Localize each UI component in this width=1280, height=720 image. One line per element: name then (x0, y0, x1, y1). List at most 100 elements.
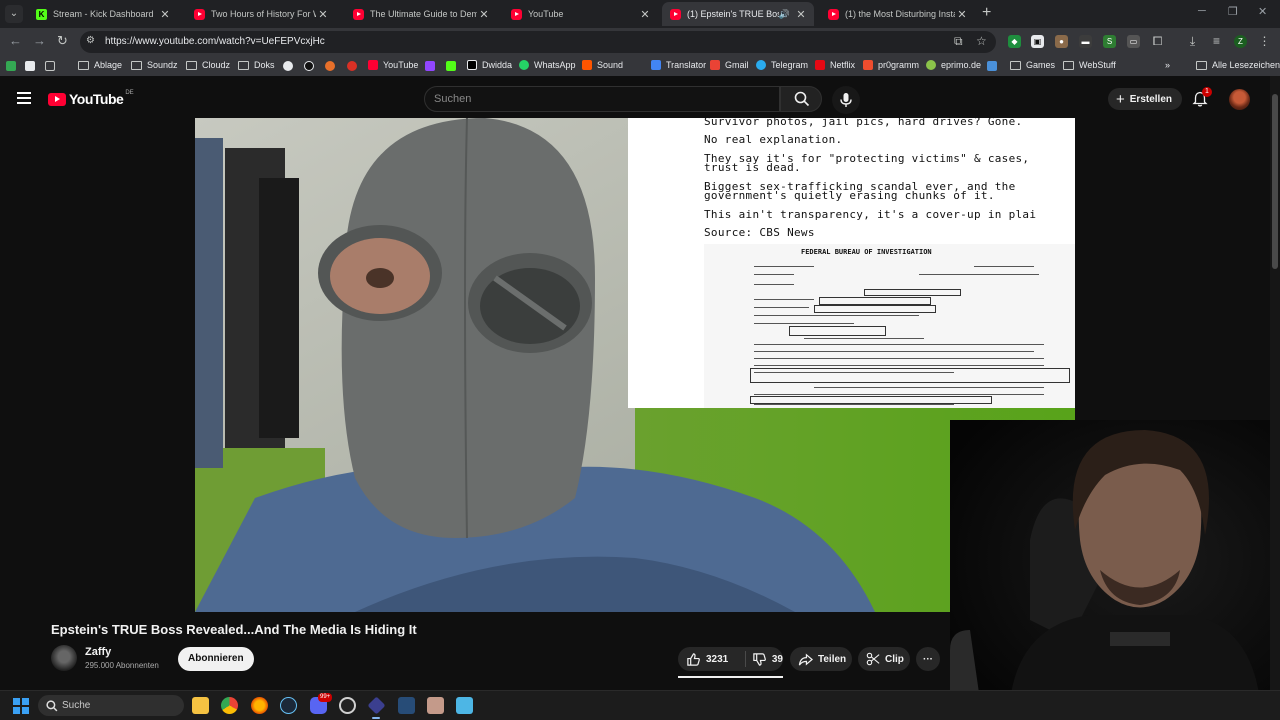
bookmark-dwidda[interactable]: Dwidda (467, 60, 512, 70)
browser-menu-icon[interactable]: ⋮ (1258, 35, 1271, 48)
bookmark-telegram[interactable]: Telegram (756, 60, 808, 70)
tab-search-icon[interactable]: ⌄ (5, 5, 23, 23)
bookmark-netflix[interactable]: Netflix (815, 60, 855, 70)
channel-avatar[interactable] (51, 645, 77, 671)
bookmark-soundz[interactable]: Soundz (131, 60, 178, 70)
extension-box-icon[interactable]: ▣ (1031, 35, 1044, 48)
bookmark-icon-d[interactable] (347, 61, 357, 71)
close-tab-icon[interactable]: ✕ (794, 8, 808, 21)
apps-grid-icon[interactable] (45, 61, 55, 71)
speaker-icon[interactable]: 🔊 (779, 9, 790, 20)
kick-icon[interactable] (446, 61, 456, 71)
voice-search-button[interactable] (832, 86, 860, 114)
bookmark-star-icon[interactable]: ☆ (976, 34, 987, 48)
bookmark-ablage[interactable]: Ablage (78, 60, 122, 70)
youtube-logo[interactable]: YouTube DE (48, 90, 134, 107)
notepad-icon[interactable] (456, 697, 473, 714)
scrollbar-thumb[interactable] (1272, 94, 1278, 269)
maximize-icon[interactable]: ❐ (1228, 5, 1238, 18)
tab-epstein-video[interactable]: (1) Epstein's TRUE Boss Rev 🔊 ✕ (662, 2, 814, 26)
bookmark-translator[interactable]: Translator (651, 60, 706, 70)
close-tab-icon[interactable]: ✕ (638, 8, 652, 21)
close-tab-icon[interactable]: ✕ (316, 8, 330, 21)
close-tab-icon[interactable]: ✕ (158, 8, 172, 21)
bookmark-eprimo[interactable]: eprimo.de (926, 60, 981, 70)
tab-youtube[interactable]: YouTube ✕ (503, 2, 658, 26)
steam-icon[interactable] (280, 697, 297, 714)
firefox-icon[interactable] (251, 697, 268, 714)
profile-avatar[interactable]: Z (1234, 35, 1247, 48)
twitch-icon[interactable] (425, 61, 435, 71)
extension-cat-icon[interactable]: ● (1055, 35, 1068, 48)
x-icon (467, 60, 477, 70)
bookmark-icon-c[interactable] (325, 61, 335, 71)
tab-two-hours-history[interactable]: Two Hours of History For When ✕ (186, 2, 336, 26)
close-tab-icon[interactable]: ✕ (955, 8, 969, 21)
close-window-icon[interactable]: ✕ (1258, 5, 1267, 18)
bookmarks-more-button[interactable]: » (1165, 60, 1170, 70)
bookmark-webstuff[interactable]: WebStuff (1063, 60, 1116, 70)
bookmark-whatsapp[interactable]: WhatsApp (519, 60, 576, 70)
more-actions-button[interactable]: ··· (916, 647, 940, 671)
chrome-icon[interactable] (221, 697, 238, 714)
site-info-icon[interactable]: ⚙ (86, 35, 95, 46)
image-viewer-icon[interactable] (427, 697, 444, 714)
bookmark-icon-e[interactable] (987, 61, 997, 71)
windows-start-icon[interactable] (13, 698, 29, 714)
tab-ultimate-guide[interactable]: The Ultimate Guide to Demons ✕ (345, 2, 497, 26)
bookmark-green-icon[interactable] (6, 61, 16, 71)
subscribe-button[interactable]: Abonnieren (178, 647, 254, 671)
bookmark-sound[interactable]: Sound (582, 60, 623, 70)
bookmark-cloudz[interactable]: Cloudz (186, 60, 230, 70)
bookmark-doks[interactable]: Doks (238, 60, 275, 70)
extension-shield-icon[interactable]: ◆ (1008, 35, 1021, 48)
media-control-icon[interactable]: ≡ (1210, 35, 1223, 48)
all-bookmarks[interactable]: Alle Lesezeichen (1196, 60, 1280, 70)
audio-app-icon[interactable] (398, 697, 415, 714)
clip-button[interactable]: Clip (858, 647, 910, 671)
tab-kick-dashboard[interactable]: K Stream - Kick Dashboard ✕ (28, 2, 178, 26)
account-avatar[interactable] (1229, 89, 1250, 110)
bookmark-youtube[interactable]: YouTube (368, 60, 418, 70)
back-icon[interactable]: ← (9, 33, 22, 48)
download-icon[interactable]: ⤓ (1186, 35, 1199, 48)
minimize-icon[interactable]: ─ (1198, 5, 1206, 17)
obs-icon[interactable] (339, 697, 356, 714)
bookmark-gmail[interactable]: Gmail (710, 60, 749, 70)
search-input[interactable]: Suchen (424, 86, 780, 112)
thumbs-down-icon (753, 652, 766, 666)
new-tab-icon[interactable]: + (982, 4, 991, 22)
app-diamond-icon[interactable] (367, 696, 386, 715)
install-app-icon[interactable]: ⧉ (954, 34, 963, 49)
page-scrollbar[interactable] (1270, 76, 1280, 690)
channel-name[interactable]: Zaffy (85, 646, 111, 658)
bookmark-icon-b[interactable] (304, 61, 314, 71)
close-tab-icon[interactable]: ✕ (477, 8, 491, 21)
forward-icon[interactable]: → (33, 33, 46, 48)
extension-s-icon[interactable]: S (1103, 35, 1116, 48)
taskbar-search-label: Suche (62, 700, 91, 711)
extensions-puzzle-icon[interactable]: ⧠ (1151, 35, 1164, 48)
folder-icon (131, 60, 142, 70)
subscriber-count: 295.000 Abonnenten (85, 661, 159, 670)
bookmark-icon-a[interactable] (283, 61, 293, 71)
tab-most-disturbing[interactable]: (1) the Most Disturbing Instag ✕ (820, 2, 975, 26)
bookmark-label: Telegram (771, 60, 809, 70)
bookmark-games[interactable]: Games (1010, 60, 1055, 70)
address-bar[interactable]: ⚙ https://www.youtube.com/watch?v=UeFEPV… (80, 31, 996, 53)
bookmark-pr0gramm[interactable]: pr0gramm (863, 60, 919, 70)
taskbar-search[interactable]: Suche (38, 695, 184, 716)
file-explorer-icon[interactable] (192, 697, 209, 714)
extension-car-icon[interactable]: ▭ (1127, 35, 1140, 48)
create-button[interactable]: + Erstellen (1108, 88, 1183, 110)
extension-dark-icon[interactable]: ▬ (1079, 35, 1092, 48)
search-button[interactable] (780, 86, 822, 112)
bookmark-doc-icon[interactable] (25, 61, 35, 71)
menu-icon[interactable] (17, 92, 31, 107)
dislike-button[interactable]: 39 (752, 652, 783, 667)
reload-icon[interactable]: ↻ (57, 33, 68, 49)
doc-text-line: Survivor photos, jail pics, hard drives?… (704, 118, 1023, 128)
video-player[interactable]: Survivor photos, jail pics, hard drives?… (195, 118, 1075, 612)
like-button[interactable]: 3231 (686, 652, 745, 667)
share-button[interactable]: Teilen (790, 647, 852, 671)
